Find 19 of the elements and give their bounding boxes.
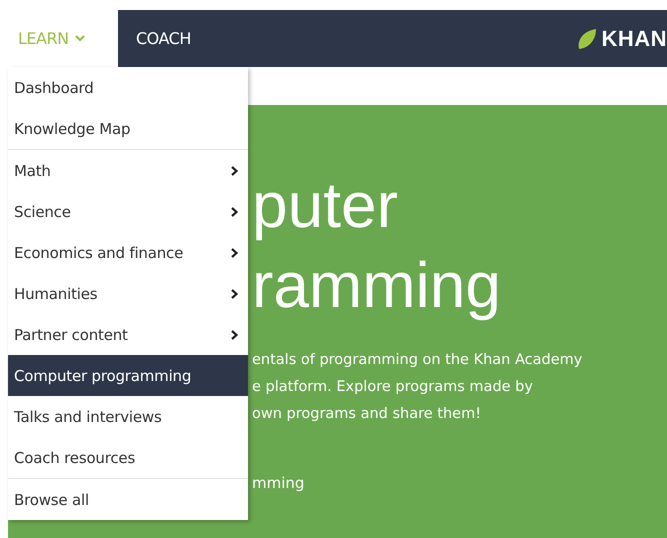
hero-heading: ramming <box>252 248 502 323</box>
menu-item[interactable]: Science <box>8 191 248 232</box>
menu-item[interactable]: Economics and finance <box>8 232 248 273</box>
menu-item[interactable]: Talks and interviews <box>8 396 248 437</box>
hero-description: e platform. Explore programs made by <box>252 378 534 397</box>
logo-text[interactable]: KHAN <box>601 26 667 52</box>
menu-item[interactable]: Partner content <box>8 314 248 355</box>
menu-item[interactable]: Dashboard <box>8 67 248 108</box>
menu-item[interactable]: Computer programming <box>8 355 248 396</box>
menu-item[interactable]: Humanities <box>8 273 248 314</box>
hero-description: own programs and share them! <box>252 405 482 424</box>
hero-description: entals of programming on the Khan Academy <box>252 351 584 370</box>
nav-tab[interactable]: COACH <box>126 10 207 67</box>
hero-heading: puter <box>252 168 399 243</box>
leaf-icon <box>577 28 598 50</box>
menu-item[interactable]: Browse all <box>8 479 248 520</box>
menu-item[interactable]: Knowledge Map <box>8 108 248 149</box>
menu-item[interactable]: Coach resources <box>8 437 248 478</box>
menu-item[interactable]: Math <box>8 150 248 191</box>
